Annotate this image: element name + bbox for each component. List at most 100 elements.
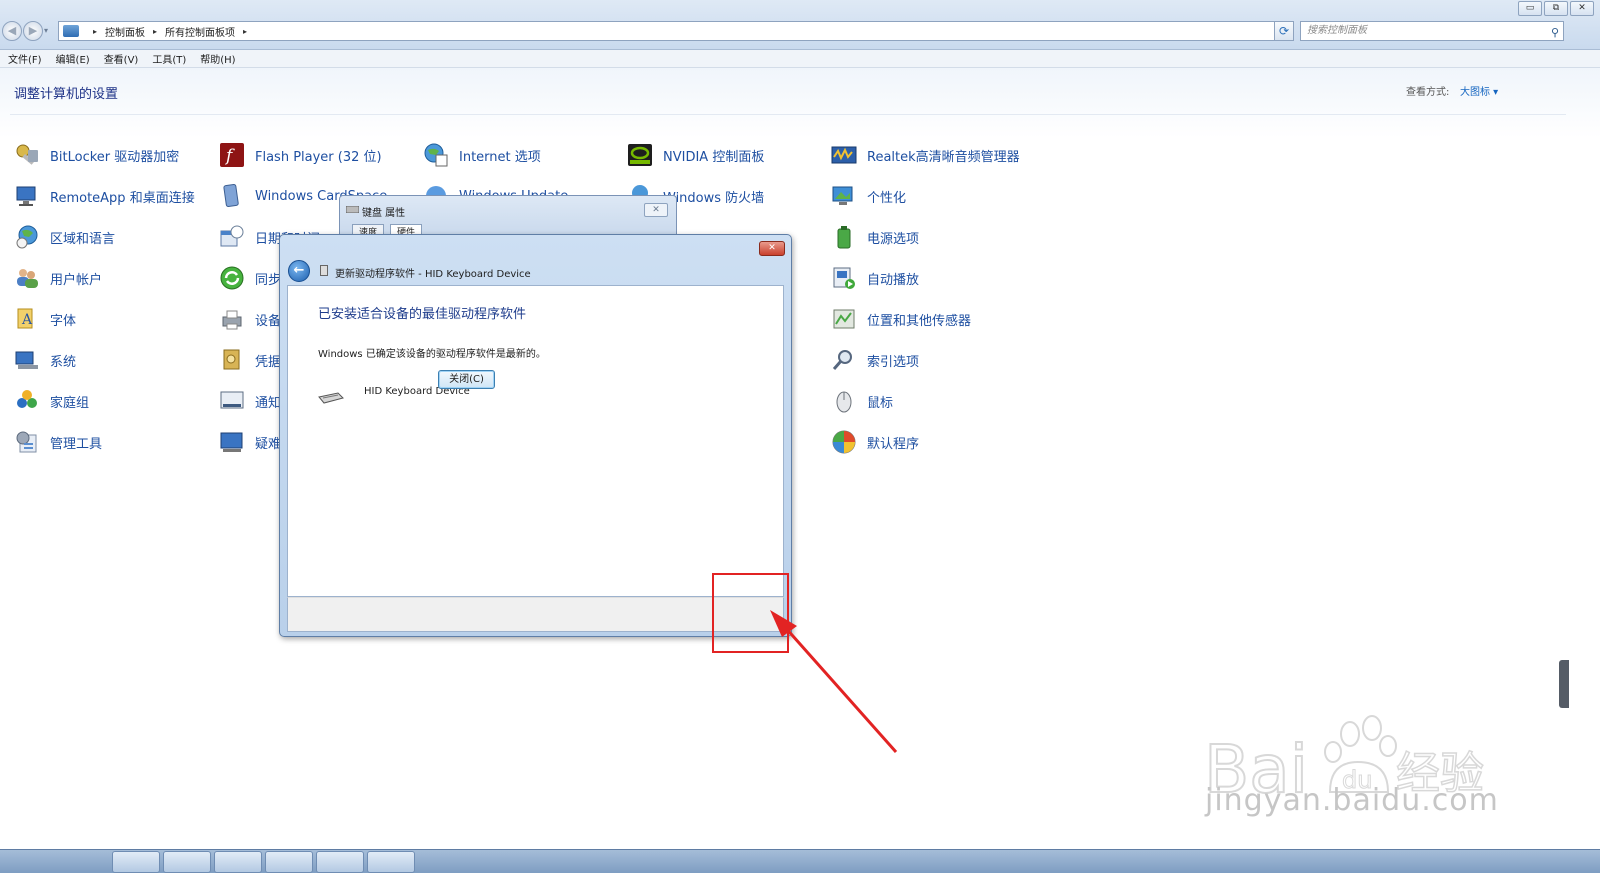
taskbar-button[interactable]	[112, 851, 160, 873]
cp-item-default-programs[interactable]: 默认程序	[831, 428, 919, 456]
address-bar[interactable]: ▸ 控制面板 ▸ 所有控制面板项 ▸ ▼	[58, 21, 1294, 41]
autoplay-icon	[831, 265, 857, 291]
cp-item-label: BitLocker 驱动器加密	[50, 149, 180, 165]
cp-item-label: 索引选项	[867, 354, 920, 370]
cp-item-flash-player[interactable]: f Flash Player (32 位)	[219, 141, 382, 169]
taskbar-button[interactable]	[163, 851, 211, 873]
menu-tools[interactable]: 工具(T)	[152, 51, 186, 66]
cp-item-label: 电源选项	[867, 231, 920, 247]
flash-player-icon: f	[219, 142, 245, 168]
search-icon[interactable]: ⚲	[1551, 24, 1559, 42]
result-heading: 已安装适合设备的最佳驱动程序软件	[318, 307, 527, 322]
taskbar-button[interactable]	[367, 851, 415, 873]
svg-text:A: A	[21, 312, 33, 328]
recent-pages-dropdown[interactable]: ▾	[44, 21, 54, 41]
realtek-audio-icon	[831, 142, 857, 168]
cp-item-indexing-options[interactable]: 索引选项	[831, 346, 919, 374]
close-button[interactable]: 关闭(C)	[438, 370, 495, 389]
cp-item-label: 位置和其他传感器	[867, 313, 972, 329]
side-panel-tab[interactable]	[1559, 660, 1569, 708]
menu-help[interactable]: 帮助(H)	[200, 51, 235, 66]
taskbar-button[interactable]	[214, 851, 262, 873]
breadcrumb-control-panel[interactable]: 控制面板	[105, 24, 145, 39]
page-title: 调整计算机的设置	[14, 87, 119, 102]
cp-item-label: 自动播放	[867, 272, 920, 288]
cp-item-label: RemoteApp 和桌面连接	[50, 190, 195, 206]
menu-edit[interactable]: 编辑(E)	[56, 51, 90, 66]
cp-item-homegroup[interactable]: 家庭组	[14, 387, 89, 415]
cp-item-label: 用户帐户	[50, 272, 103, 288]
cp-item-label: NVIDIA 控制面板	[663, 149, 765, 165]
breadcrumb-separator-icon[interactable]: ▸	[243, 27, 247, 36]
dialog-close-x-button[interactable]: ✕	[759, 241, 785, 256]
search-placeholder: 搜索控制面板	[1307, 25, 1367, 36]
back-button[interactable]: ◀	[2, 21, 22, 41]
cp-item-label: 区域和语言	[50, 231, 116, 247]
keyboard-dialog-title: 键盘 属性	[362, 208, 406, 219]
cp-item-label: 鼠标	[867, 395, 894, 411]
keyboard-dialog-close-button[interactable]: ✕	[644, 203, 668, 217]
cp-item-admin-tools[interactable]: 管理工具	[14, 428, 102, 456]
close-window-button[interactable]: ✕	[1570, 1, 1594, 16]
cp-item-label: 家庭组	[50, 395, 90, 411]
menu-view[interactable]: 查看(V)	[104, 51, 139, 66]
cp-item-personalization[interactable]: 个性化	[831, 182, 906, 210]
minimize-button[interactable]: ▭	[1518, 1, 1542, 16]
control-panel-icon	[63, 25, 79, 37]
cp-item-autoplay[interactable]: 自动播放	[831, 264, 919, 292]
cp-item-bitlocker[interactable]: BitLocker 驱动器加密	[14, 141, 179, 169]
menu-bar: 文件(F) 编辑(E) 查看(V) 工具(T) 帮助(H)	[0, 50, 1600, 68]
refresh-button[interactable]: ⟳	[1274, 21, 1294, 41]
cardspace-icon	[219, 183, 245, 209]
window-controls: ▭ ⧉ ✕	[1518, 1, 1594, 16]
system-computer-icon	[14, 347, 40, 373]
cp-item-internet-options[interactable]: Internet 选项	[423, 141, 541, 169]
maximize-button[interactable]: ⧉	[1544, 1, 1568, 16]
mouse-icon	[831, 388, 857, 414]
cp-item-mouse[interactable]: 鼠标	[831, 387, 893, 415]
cp-item-system[interactable]: 系统	[14, 346, 76, 374]
breadcrumb-all-items[interactable]: 所有控制面板项	[165, 24, 235, 39]
keyboard-device-icon	[318, 392, 344, 404]
globe-clock-icon	[14, 224, 40, 250]
cp-item-realtek-audio[interactable]: Realtek高清晰音频管理器	[831, 141, 1020, 169]
cp-item-label: 个性化	[867, 190, 907, 206]
printer-icon	[219, 306, 245, 332]
cp-item-user-accounts[interactable]: 用户帐户	[14, 264, 102, 292]
taskbar-button[interactable]	[316, 851, 364, 873]
fonts-icon: A	[14, 306, 40, 332]
watermark-url: jingyan.baidu.com	[1205, 783, 1499, 818]
navigation-buttons: ◀ ▶ ▾	[2, 21, 54, 41]
dialog-body: 已安装适合设备的最佳驱动程序软件 Windows 已确定该设备的驱动程序软件是最…	[287, 285, 784, 597]
cp-item-label: 默认程序	[867, 436, 920, 452]
indexing-magnifier-icon	[831, 347, 857, 373]
cp-item-remoteapp[interactable]: RemoteApp 和桌面连接	[14, 182, 195, 210]
notification-area-icon	[219, 388, 245, 414]
cp-item-nvidia[interactable]: NVIDIA 控制面板	[627, 141, 764, 169]
cp-item-location-sensors[interactable]: 位置和其他传感器	[831, 305, 971, 333]
back-arrow-icon[interactable]: ←	[288, 260, 310, 282]
view-by-label: 查看方式:	[1406, 87, 1450, 98]
default-programs-icon	[831, 429, 857, 455]
forward-button[interactable]: ▶	[23, 21, 43, 41]
annotation-arrow	[770, 610, 898, 753]
result-message: Windows 已确定该设备的驱动程序软件是最新的。	[318, 349, 546, 360]
device-small-icon	[320, 265, 328, 276]
cp-item-region-language[interactable]: 区域和语言	[14, 223, 115, 251]
cp-item-power-options[interactable]: 电源选项	[831, 223, 919, 251]
breadcrumb-separator-icon[interactable]: ▸	[93, 27, 97, 36]
dialog-title: 更新驱动程序软件 - HID Keyboard Device	[335, 269, 531, 280]
menu-file[interactable]: 文件(F)	[8, 51, 42, 66]
power-battery-icon	[831, 224, 857, 250]
cp-item-label: Internet 选项	[459, 149, 541, 165]
taskbar-button[interactable]	[265, 851, 313, 873]
breadcrumb-separator-icon[interactable]: ▸	[153, 27, 157, 36]
remoteapp-icon	[14, 183, 40, 209]
credential-vault-icon	[219, 347, 245, 373]
cp-item-fonts[interactable]: A 字体	[14, 305, 76, 333]
divider	[10, 114, 1566, 115]
view-by-dropdown[interactable]: 大图标 ▾	[1460, 83, 1498, 98]
search-input[interactable]: 搜索控制面板 ⚲	[1300, 21, 1564, 41]
cp-item-label: 字体	[50, 313, 77, 329]
cp-item-label: Windows 防火墙	[663, 190, 765, 206]
